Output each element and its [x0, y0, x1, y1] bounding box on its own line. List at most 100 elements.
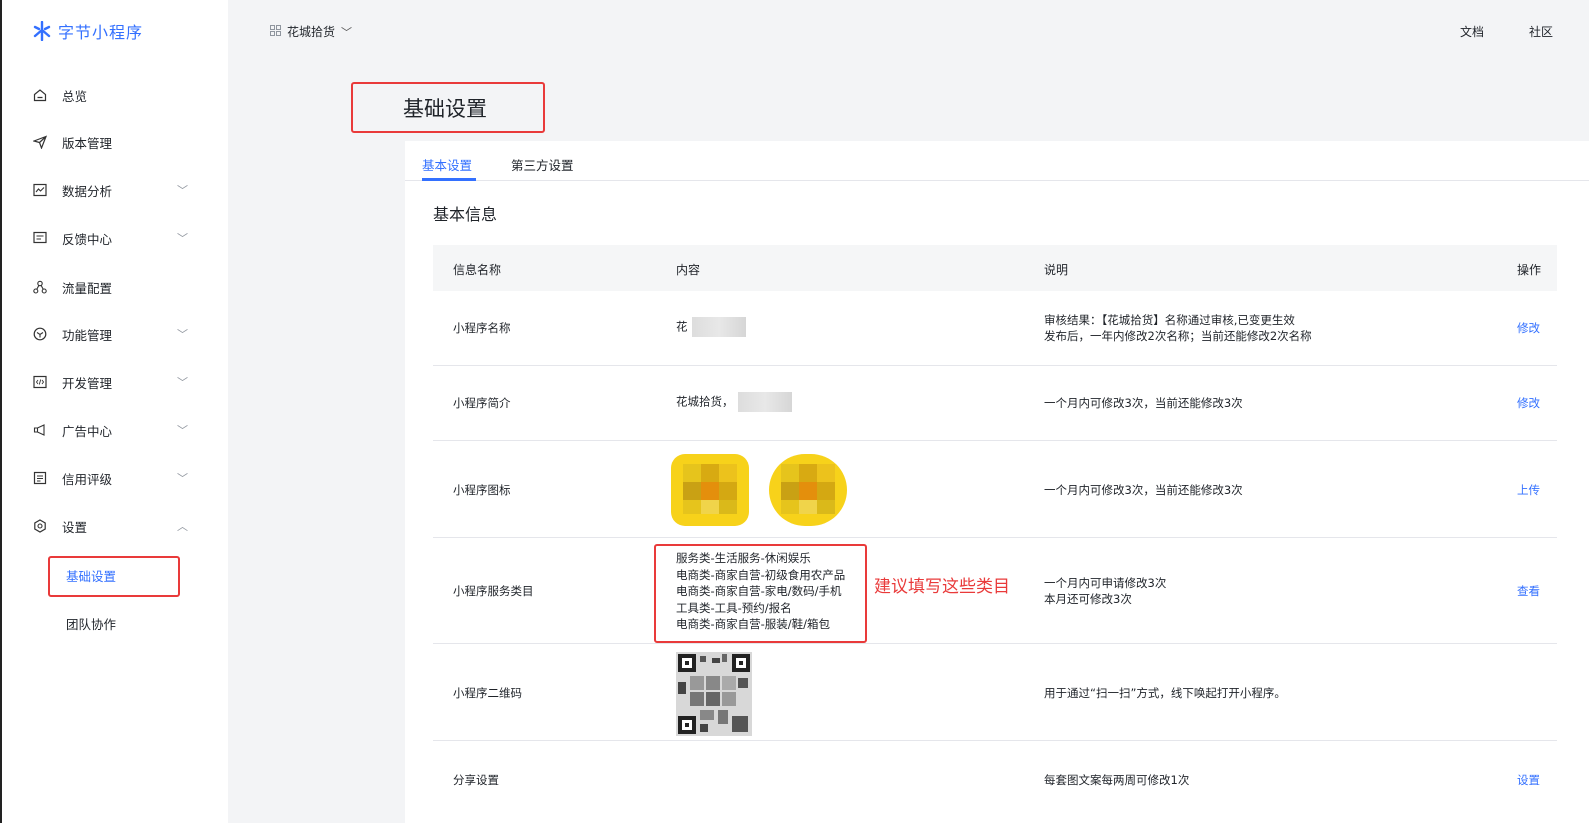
nav-item-dev[interactable]: 开发管理 ﹀ [32, 370, 212, 394]
nav-item-ads[interactable]: 广告中心 ﹀ [32, 418, 212, 442]
col-header-op: 操作 [1517, 263, 1542, 277]
chevron-down-icon: ﹀ [177, 232, 188, 245]
cube-icon [32, 326, 48, 342]
table-row: 分享设置 每套图文案每两周可修改1次 设置 [433, 741, 1557, 815]
row-desc-line1: 审核结果：【花城拾货】名称通过审核,已变更生效 [1044, 313, 1295, 327]
topbar: 花城拾货 ﹀ 文档 社区 [228, 0, 1589, 62]
upload-icon-link[interactable]: 上传 [1517, 483, 1540, 498]
category-item: 电商类-商家自营-服装/鞋/箱包 [676, 617, 831, 631]
section-title: 基本信息 [433, 205, 498, 224]
view-categories-link[interactable]: 查看 [1517, 584, 1540, 599]
row-desc: 一个月内可修改3次，当前还能修改3次 [1044, 483, 1243, 497]
row-label: 小程序名称 [453, 321, 511, 335]
col-header-content: 内容 [676, 263, 701, 277]
table-row: 小程序二维码 用于通过“扫一扫”方式，线下唤起打开小程序。 [433, 644, 1557, 741]
nav-label: 信用评级 [62, 471, 113, 487]
app-switcher[interactable]: 花城拾货 ﹀ [270, 23, 352, 40]
qr-code [676, 652, 752, 736]
chevron-down-icon: ﹀ [177, 472, 188, 485]
page-title: 基础设置 [403, 97, 487, 121]
nav-item-analytics[interactable]: 数据分析 ﹀ [32, 178, 212, 202]
annotation-note: 建议填写这些类目 [874, 577, 1010, 597]
category-item: 服务类-生活服务-休闲娱乐 [676, 551, 811, 565]
nav-item-overview[interactable]: 总览 [32, 83, 212, 107]
feedback-icon [32, 230, 48, 246]
intro-text: 花城拾货， [676, 394, 734, 409]
row-desc: 每套图文案每两周可修改1次 [1044, 773, 1190, 787]
nav-item-credit[interactable]: 信用评级 ﹀ [32, 466, 212, 490]
nav-item-traffic[interactable]: 流量配置 [32, 275, 212, 299]
megaphone-icon [32, 422, 48, 438]
name-text: 花 [676, 319, 688, 334]
nav-label: 设置 [62, 519, 88, 535]
rating-icon [32, 470, 48, 486]
chart-icon [32, 182, 48, 198]
row-label: 小程序图标 [453, 483, 511, 497]
flow-icon [32, 279, 48, 295]
row-content: 花城拾货， [676, 392, 792, 412]
chevron-down-icon: ﹀ [341, 25, 353, 39]
table-row: 小程序简介 花城拾货， 一个月内可修改3次，当前还能修改3次 修改 [433, 366, 1557, 441]
home-icon [32, 87, 48, 103]
col-header-name: 信息名称 [453, 263, 502, 277]
nav-label: 总览 [62, 88, 88, 104]
tab-indicator [422, 178, 476, 181]
nav-item-features[interactable]: 功能管理 ﹀ [32, 322, 212, 346]
send-icon [32, 134, 48, 150]
nav-item-settings[interactable]: 设置 ︿ [32, 514, 212, 538]
row-content: 花 [676, 317, 746, 337]
nav-label: 数据分析 [62, 183, 113, 199]
app-icon-round [769, 454, 847, 526]
main-content: 基本设置 第三方设置 基本信息 信息名称 内容 说明 操作 小程序名称 花 审核… [405, 141, 1589, 823]
row-label: 小程序二维码 [453, 686, 522, 700]
logo-text: 字节小程序 [58, 23, 144, 42]
app-name: 花城拾货 [287, 25, 336, 39]
tab-basic-settings[interactable]: 基本设置 [422, 155, 472, 174]
nav-label: 开发管理 [62, 375, 113, 391]
edit-name-link[interactable]: 修改 [1517, 321, 1540, 336]
docs-link[interactable]: 文档 [1460, 23, 1484, 40]
redacted-block [691, 317, 746, 337]
nav-label: 反馈中心 [62, 231, 113, 247]
chevron-up-icon: ︿ [177, 520, 188, 533]
sidebar-item-team[interactable]: 团队协作 [66, 614, 116, 633]
sidebar-item-basic-settings[interactable]: 基础设置 [66, 566, 116, 585]
category-item: 电商类-商家自营-初级食用农产品 [676, 567, 846, 582]
col-header-desc: 说明 [1044, 263, 1069, 277]
nav-label: 广告中心 [62, 423, 113, 439]
row-label: 小程序服务类目 [453, 584, 534, 598]
logo[interactable]: 字节小程序 [32, 19, 143, 43]
row-desc-line2: 本月还可修改3次 [1044, 592, 1132, 606]
row-desc: 用于通过“扫一扫”方式，线下唤起打开小程序。 [1044, 686, 1286, 700]
table-row: 小程序服务类目 服务类-生活服务-休闲娱乐 电商类-商家自营-初级食用农产品 电… [433, 538, 1557, 644]
category-item: 工具类-工具-预约/报名 [676, 600, 792, 615]
table-row: 小程序图标 一个月内可修改3次，当前还能修改3次 上传 [433, 441, 1557, 538]
redacted-block [737, 392, 792, 412]
row-label: 分享设置 [453, 773, 499, 787]
nav-label: 流量配置 [62, 280, 113, 296]
nav-item-feedback[interactable]: 反馈中心 ﹀ [32, 226, 212, 250]
share-settings-link[interactable]: 设置 [1517, 773, 1540, 788]
tab-third-party[interactable]: 第三方设置 [511, 155, 574, 174]
row-desc-line1: 一个月内可申请修改3次 [1044, 576, 1167, 590]
sidebar: 字节小程序 总览 版本管理 数据分析 ﹀ 反馈中心 ﹀ 流量配置 功能管理 ﹀ … [2, 0, 228, 823]
row-label: 小程序简介 [453, 396, 511, 410]
nav-label: 功能管理 [62, 327, 113, 343]
nav-item-version[interactable]: 版本管理 [32, 130, 212, 154]
edit-intro-link[interactable]: 修改 [1517, 396, 1540, 411]
nav-label: 版本管理 [62, 135, 113, 151]
tab-bar: 基本设置 第三方设置 [405, 141, 1589, 181]
chevron-down-icon: ﹀ [177, 376, 188, 389]
community-link[interactable]: 社区 [1529, 23, 1553, 40]
table-row: 小程序名称 花 审核结果：【花城拾货】名称通过审核,已变更生效 发布后，一年内修… [433, 291, 1557, 366]
chevron-down-icon: ﹀ [177, 184, 188, 197]
table-header: 信息名称 内容 说明 操作 [433, 245, 1557, 291]
category-item: 电商类-商家自营-家电/数码/手机 [676, 584, 842, 598]
code-icon [32, 374, 48, 390]
app-icon-square [671, 454, 749, 526]
chevron-down-icon: ﹀ [177, 424, 188, 437]
category-list: 服务类-生活服务-休闲娱乐 电商类-商家自营-初级食用农产品 电商类-商家自营-… [676, 550, 845, 633]
row-desc-line2: 发布后，一年内修改2次名称；当前还能修改2次名称 [1044, 329, 1312, 343]
logo-icon [32, 20, 52, 42]
grid-icon [270, 24, 281, 39]
